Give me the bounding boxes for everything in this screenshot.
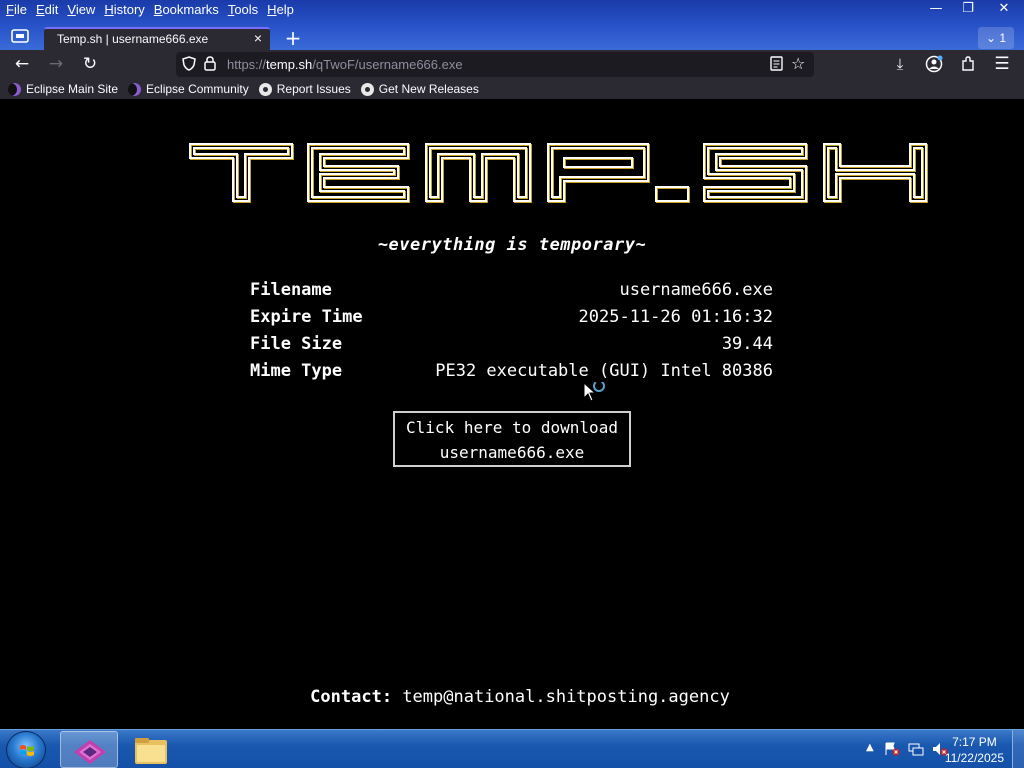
detail-key: File Size bbox=[250, 334, 343, 354]
reload-icon[interactable]: ↻ bbox=[78, 53, 102, 75]
download-button-line2: username666.exe bbox=[439, 443, 585, 462]
bookmark-report-issues[interactable]: Report Issues bbox=[258, 82, 351, 96]
detail-key: Filename bbox=[250, 280, 332, 300]
lock-icon[interactable] bbox=[204, 56, 216, 75]
github-icon bbox=[360, 82, 374, 96]
tagline: ~everything is temporary~ bbox=[377, 235, 647, 255]
taskbar-explorer-button[interactable] bbox=[122, 731, 180, 768]
bookmark-eclipse-community[interactable]: Eclipse Community bbox=[128, 82, 249, 96]
url-text[interactable]: https://temp.sh/qTwoF/username666.exe bbox=[227, 57, 463, 72]
tracking-shield-icon[interactable] bbox=[182, 56, 196, 75]
tab-list-button[interactable]: ⌄ 1 bbox=[978, 27, 1014, 49]
extensions-icon[interactable] bbox=[956, 53, 980, 75]
detail-key: Mime Type bbox=[250, 361, 343, 381]
app-menu-icon[interactable]: ☰ bbox=[990, 53, 1014, 75]
bookmark-eclipse-main-site[interactable]: Eclipse Main Site bbox=[8, 82, 118, 96]
download-button-line1: Click here to download bbox=[406, 418, 618, 437]
close-window-icon[interactable]: ✕ bbox=[984, 0, 1024, 18]
taskbar-clock[interactable]: 7:17 PM 11/22/2025 bbox=[945, 734, 1004, 766]
contact-label: Contact: bbox=[310, 687, 393, 707]
tab-strip: Temp.sh | username666.exe × + ⌄ 1 bbox=[0, 27, 1024, 50]
contact-line: Contact: temp@national.shitposting.agenc… bbox=[0, 687, 1024, 707]
contact-email[interactable]: temp@national.shitposting.agency bbox=[402, 687, 730, 707]
eclipse-icon bbox=[128, 82, 142, 96]
page-content: ~everything is temporary~ Filename usern… bbox=[0, 99, 1024, 729]
detail-row-expire-time: Expire Time 2025-11-26 01:16:32 bbox=[250, 307, 773, 329]
tab-title: Temp.sh | username666.exe bbox=[57, 32, 209, 46]
new-tab-icon[interactable]: + bbox=[281, 27, 305, 50]
clock-time: 7:17 PM bbox=[952, 735, 997, 749]
detail-row-filename: Filename username666.exe bbox=[250, 280, 773, 302]
bookmark-star-icon[interactable]: ☆ bbox=[791, 54, 805, 73]
menu-bar: File Edit View History Bookmarks Tools H… bbox=[0, 0, 297, 20]
action-center-flag-icon[interactable] bbox=[884, 742, 900, 759]
detail-value: 2025-11-26 01:16:32 bbox=[578, 307, 773, 327]
downloads-icon[interactable]: ⤓ bbox=[888, 53, 912, 75]
show-desktop-button[interactable] bbox=[1012, 730, 1024, 768]
reader-view-icon[interactable] bbox=[770, 56, 783, 75]
menu-edit[interactable]: Edit bbox=[36, 0, 58, 20]
back-icon[interactable]: ← bbox=[10, 53, 34, 75]
detail-row-file-size: File Size 39.44 bbox=[250, 334, 773, 356]
menu-tools[interactable]: Tools bbox=[228, 0, 258, 20]
minimize-icon[interactable]: — bbox=[920, 0, 952, 18]
tab-close-icon[interactable]: × bbox=[254, 30, 262, 46]
browser-app-icon bbox=[74, 740, 106, 764]
detail-key: Expire Time bbox=[250, 307, 363, 327]
bookmark-get-new-releases[interactable]: Get New Releases bbox=[360, 82, 479, 96]
menu-file[interactable]: File bbox=[6, 0, 27, 20]
temp-sh-logo bbox=[188, 141, 930, 209]
menu-help[interactable]: Help bbox=[267, 0, 294, 20]
navigation-toolbar: ← → ↻ https://temp.sh/qTwoF/username666.… bbox=[0, 50, 1024, 79]
tab-count: 1 bbox=[999, 31, 1007, 45]
clock-date: 11/22/2025 bbox=[944, 751, 1004, 765]
firefox-view-icon[interactable] bbox=[8, 28, 32, 50]
forward-icon[interactable]: → bbox=[44, 53, 68, 75]
window-controls: — ❐ ✕ bbox=[920, 0, 1024, 20]
github-icon bbox=[258, 82, 272, 96]
menu-view[interactable]: View bbox=[67, 0, 95, 20]
busy-cursor-icon bbox=[583, 380, 609, 408]
taskbar-browser-button[interactable] bbox=[60, 731, 118, 768]
show-hidden-icons-icon[interactable]: ▲ bbox=[866, 742, 874, 753]
detail-value: username666.exe bbox=[619, 280, 773, 300]
url-bar[interactable]: https://temp.sh/qTwoF/username666.exe ☆ bbox=[176, 52, 814, 77]
download-button[interactable]: Click here to download username666.exe bbox=[393, 411, 631, 467]
account-icon[interactable] bbox=[922, 53, 946, 75]
taskbar: ▲ 7:17 PM 11/22/2025 bbox=[0, 729, 1024, 768]
system-tray: ▲ 7:17 PM 11/22/2025 bbox=[834, 730, 1024, 768]
network-icon[interactable] bbox=[908, 742, 924, 759]
start-button[interactable] bbox=[6, 731, 46, 768]
title-bar: File Edit View History Bookmarks Tools H… bbox=[0, 0, 1024, 50]
detail-value: 39.44 bbox=[721, 334, 773, 354]
restore-icon[interactable]: ❐ bbox=[952, 0, 984, 18]
menu-history[interactable]: History bbox=[104, 0, 144, 20]
detail-value: PE32 executable (GUI) Intel 80386 bbox=[435, 361, 773, 381]
folder-icon bbox=[135, 738, 167, 764]
eclipse-icon bbox=[8, 82, 21, 96]
windows-logo-icon bbox=[20, 745, 34, 756]
detail-row-mime-type: Mime Type PE32 executable (GUI) Intel 80… bbox=[250, 361, 773, 383]
menu-bookmarks[interactable]: Bookmarks bbox=[154, 0, 219, 20]
bookmarks-toolbar: Eclipse Main Site Eclipse Community Repo… bbox=[0, 79, 1024, 99]
tab-temp-sh[interactable]: Temp.sh | username666.exe × bbox=[44, 27, 270, 50]
